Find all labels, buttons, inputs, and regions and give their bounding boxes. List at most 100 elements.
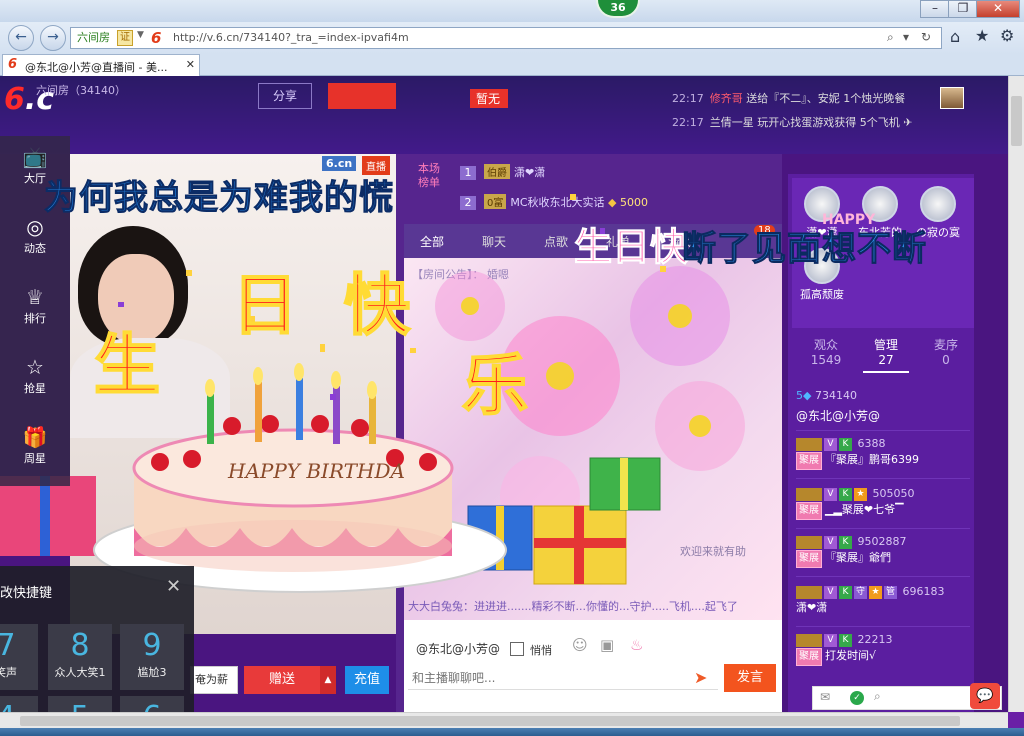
refresh-icon[interactable]: ↻ (921, 30, 931, 44)
chat-bubble-icon[interactable]: 💬 (970, 683, 1000, 709)
feed-user[interactable]: 修齐哥 (710, 92, 743, 105)
cake-icon[interactable]: ♨ (630, 636, 643, 654)
forward-button[interactable]: → (40, 25, 66, 51)
family-badge: 聚展 (796, 648, 822, 666)
nav-week-star[interactable]: 🎁 周星 (0, 416, 70, 476)
divider (796, 478, 970, 479)
check-icon[interactable]: ✓ (850, 691, 864, 705)
browser-tab[interactable]: 6 @东北@小芳@直播间 - 美... ✕ (2, 54, 200, 76)
tab-song[interactable]: 点歌 (544, 233, 568, 250)
site-favicon-icon: 6 (151, 29, 162, 47)
shortcut-key[interactable]: 5 (48, 696, 112, 712)
whisper-checkbox[interactable] (510, 642, 524, 656)
certificate-icon[interactable]: 证 (117, 30, 133, 46)
feed-text: 兰倩一星 玩开心找蛋游戏获得 5个飞机 (709, 116, 900, 129)
address-bar[interactable]: 六间房 证 ▼ 6 http://v.6.cn/734140?_tra_=ind… (70, 27, 942, 49)
back-button[interactable]: ← (8, 25, 34, 51)
viewer-row[interactable]: V K 守 ★ 管 696183 潇❤潇 (796, 584, 970, 616)
home-icon[interactable]: ⌂ (950, 27, 960, 46)
shortcut-key[interactable]: 6 (120, 696, 184, 712)
search-icon[interactable]: ⌕ (874, 689, 881, 704)
rank-name[interactable]: 潇❤潇 (514, 166, 545, 179)
chat-messages[interactable] (404, 258, 782, 620)
feed-avatar[interactable] (940, 87, 964, 109)
birthday-char: 快 (343, 266, 411, 345)
dropdown-icon[interactable]: ▾ (903, 30, 909, 44)
notification-badge[interactable]: 36 (596, 0, 640, 18)
coin-icon: ◆ (608, 196, 617, 209)
nav-grab-star[interactable]: ☆ 抢星 (0, 346, 70, 406)
feed-time: 22:17 (672, 92, 704, 105)
close-icon[interactable]: ✕ (166, 576, 181, 597)
recharge-button[interactable]: 充值 (345, 666, 389, 694)
vertical-scrollbar[interactable] (1008, 76, 1024, 712)
divider (796, 528, 970, 529)
url-text[interactable]: http://v.6.cn/734140?_tra_=index-ipvafi4… (173, 31, 409, 44)
airplane-icon: ✈ (903, 116, 913, 129)
rank-name[interactable]: MC秋收东北大实话 (510, 196, 604, 209)
scroll-thumb[interactable] (20, 716, 960, 726)
shortcut-key[interactable]: 9 尴尬3 (120, 624, 184, 690)
mail-icon[interactable]: ✉ (820, 690, 830, 704)
emoji-icon[interactable]: ☺ (572, 636, 588, 654)
scroll-thumb[interactable] (1011, 96, 1022, 146)
give-gift-button[interactable]: 赠送 (244, 666, 320, 694)
birthday-banner: 生日快 (573, 225, 689, 270)
shortcut-key[interactable]: 8 众人大笑1 (48, 624, 112, 690)
room-header: 6.c 六间房（34140） 分享 暂无 22:17 修齐哥 送给『不二』、安妮 … (0, 76, 1008, 154)
tab-favicon-icon: 6 (8, 57, 18, 72)
family-badge: 聚展 (796, 452, 822, 470)
rank-badge-icon (796, 535, 822, 549)
shortcut-key[interactable]: 4 (0, 696, 38, 712)
gift-recipient-field[interactable]: 奄为薪 (190, 666, 238, 694)
window-titlebar: 36 – ❐ ✕ (0, 0, 1024, 22)
chevron-down-icon[interactable]: ▼ (137, 30, 144, 40)
chat-input[interactable] (408, 666, 718, 690)
viewer-row[interactable]: V K ★ 505050 聚展 ▁▂聚展❤七爷▔ (796, 486, 970, 520)
tab-close-icon[interactable]: ✕ (186, 58, 195, 71)
feed-item: 22:17 兰倩一星 玩开心找蛋游戏获得 5个飞机 ✈ (672, 114, 912, 130)
maximize-button[interactable]: ❐ (948, 0, 978, 18)
close-window-button[interactable]: ✕ (976, 0, 1020, 18)
rank-value: 5000 (620, 196, 649, 209)
rank-row[interactable]: 2 0富 MC秋收东北大实话 ◆ 5000 (460, 194, 648, 210)
send-button[interactable]: 发言 (724, 664, 776, 692)
rank-number: 2 (460, 196, 476, 210)
share-button[interactable]: 分享 (258, 83, 312, 109)
rank-badge: 0富 (484, 194, 507, 209)
give-dropdown-icon[interactable]: ▲ (320, 666, 336, 694)
tab-audience[interactable]: 观众 1549 (796, 338, 856, 368)
whisper-label: 悄悄 (530, 644, 552, 657)
follow-button[interactable] (328, 83, 396, 109)
viewer-row[interactable]: 5◆ 734140 @东北@小芳@ (796, 388, 970, 424)
search-icon[interactable]: ⌕ (887, 30, 894, 45)
minimize-button[interactable]: – (920, 0, 950, 18)
horizontal-scrollbar[interactable] (0, 712, 1008, 728)
nav-ranking[interactable]: ♕ 排行 (0, 276, 70, 336)
site-identity-label: 六间房 (77, 31, 110, 44)
image-icon[interactable]: ▣ (600, 636, 614, 654)
feed-time: 22:17 (672, 116, 704, 129)
viewer-tabs: 观众 1549 管理 27 麦序 0 (796, 338, 974, 378)
tab-mic-queue[interactable]: 麦序 0 (916, 338, 976, 368)
mention-target[interactable]: @东北@小芳@ (416, 640, 500, 657)
tab-chat[interactable]: 聊天 (482, 233, 506, 250)
birthday-char: 乐 (461, 346, 529, 425)
video-watermark: 6.cn (322, 156, 357, 171)
tab-all[interactable]: 全部 (420, 233, 444, 250)
send-arrow-icon[interactable]: ➤ (694, 668, 707, 687)
birthday-char: 日 (231, 266, 299, 345)
rank-row[interactable]: 1 伯爵 潇❤潇 (460, 164, 545, 180)
rank-badge-icon (796, 487, 822, 501)
favorites-star-icon[interactable]: ★ (975, 26, 989, 45)
chat-tip: 欢迎来就有助 (680, 545, 746, 558)
tab-admins[interactable]: 管理 27 (856, 338, 916, 373)
browser-navbar: ← → 六间房 证 ▼ 6 http://v.6.cn/734140?_tra_… (0, 22, 1024, 54)
viewer-row[interactable]: VK 9502887 聚展 『聚展』爺們 (796, 534, 970, 568)
gear-icon[interactable]: ⚙ (1000, 26, 1014, 45)
shortcut-key[interactable]: 7 笑声 (0, 624, 38, 690)
forward-arrow-icon: → (47, 29, 59, 45)
rank-badge-icon (796, 437, 822, 451)
viewer-row[interactable]: VK 6388 聚展 『聚展』鹏哥6399 (796, 436, 970, 470)
viewer-row[interactable]: VK 22213 聚展 打发时间√ (796, 632, 970, 666)
